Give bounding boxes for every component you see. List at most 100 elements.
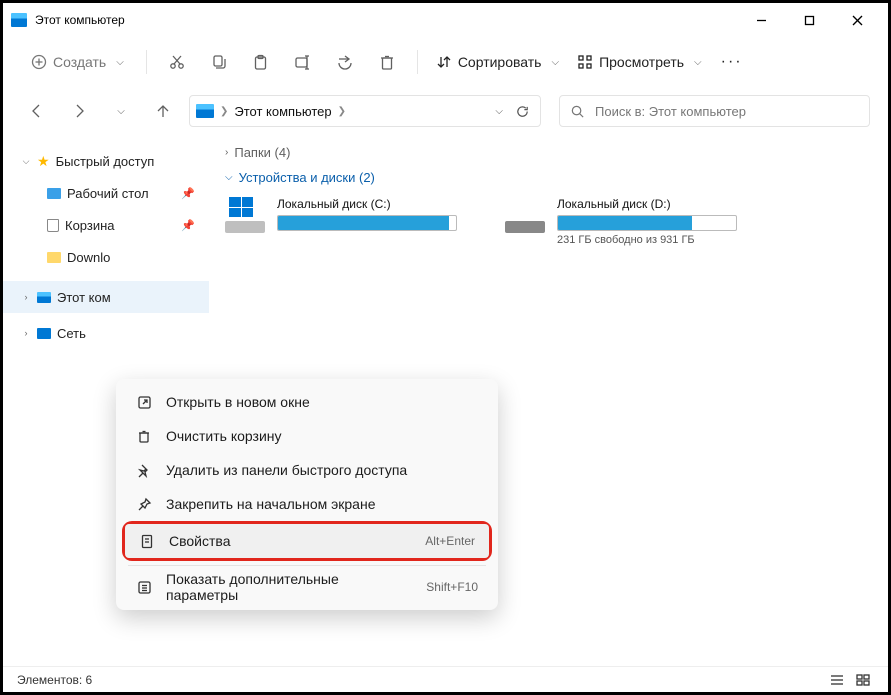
drive-d[interactable]: Локальный диск (D:) 231 ГБ свободно из 9… <box>505 197 745 246</box>
sort-label: Сортировать <box>458 54 542 70</box>
ctx-label: Свойства <box>169 533 230 549</box>
search-placeholder: Поиск в: Этот компьютер <box>595 104 746 119</box>
recent-dropdown[interactable]: ⌵ <box>105 95 137 127</box>
ctx-label: Показать дополнительные параметры <box>166 571 412 603</box>
chevron-right-icon: › <box>21 328 31 338</box>
tree-label: Downlo <box>67 250 110 265</box>
maximize-button[interactable] <box>786 4 832 36</box>
chevron-right-icon: ❯ <box>338 106 346 117</box>
tree-recycle[interactable]: Корзина 📌 <box>3 209 209 241</box>
star-icon: ★ <box>37 153 50 170</box>
toolbar: Создать ⌵ Сортировать ⌵ Просмотреть ⌵ ··… <box>3 37 888 87</box>
ctx-shortcut: Alt+Enter <box>425 534 475 548</box>
drive-c[interactable]: Локальный диск (C:) <box>225 197 465 246</box>
tree-label: Сеть <box>57 326 86 341</box>
drive-icon <box>505 197 545 233</box>
group-drives[interactable]: ⌵ Устройства и диски (2) <box>225 170 872 185</box>
search-box[interactable]: Поиск в: Этот компьютер <box>559 95 870 127</box>
open-new-window-icon <box>136 394 152 410</box>
view-button[interactable]: Просмотреть ⌵ <box>571 44 708 80</box>
ctx-label: Открыть в новом окне <box>166 394 310 410</box>
properties-icon <box>139 533 155 549</box>
ctx-shortcut: Shift+F10 <box>426 580 478 594</box>
pin-icon: 📌 <box>181 219 195 232</box>
forward-button[interactable] <box>63 95 95 127</box>
refresh-icon[interactable] <box>515 104 530 119</box>
chevron-right-icon: ❯ <box>220 106 228 117</box>
usage-bar <box>557 215 737 231</box>
search-icon <box>570 104 585 119</box>
separator <box>146 50 147 74</box>
usage-bar <box>277 215 457 231</box>
tree-downloads[interactable]: Downlo <box>3 241 209 273</box>
drive-icon <box>225 197 265 233</box>
ctx-empty-recycle[interactable]: Очистить корзину <box>122 419 492 453</box>
close-button[interactable] <box>834 4 880 36</box>
ctx-label: Удалить из панели быстрого доступа <box>166 462 407 478</box>
status-bar: Элементов: 6 <box>3 666 888 692</box>
more-options-icon <box>136 579 152 595</box>
paste-button[interactable] <box>243 44 279 80</box>
pin-icon <box>136 496 152 512</box>
address-bar[interactable]: ❯ Этот компьютер ❯ ⌵ <box>189 95 541 127</box>
separator <box>128 565 486 566</box>
cut-button[interactable] <box>159 44 195 80</box>
back-button[interactable] <box>21 95 53 127</box>
pin-icon: 📌 <box>181 187 195 200</box>
chevron-down-icon: ⌵ <box>116 57 124 68</box>
tree-label: Быстрый доступ <box>56 154 155 169</box>
view-label: Просмотреть <box>599 54 684 70</box>
tree-quick-access[interactable]: ⌵ ★ Быстрый доступ <box>3 145 209 177</box>
group-label: Папки (4) <box>234 145 290 160</box>
desktop-icon <box>47 188 61 199</box>
sort-button[interactable]: Сортировать ⌵ <box>430 44 565 80</box>
window-title: Этот компьютер <box>35 13 738 27</box>
tree-desktop[interactable]: Рабочий стол 📌 <box>3 177 209 209</box>
drive-free: 231 ГБ свободно из 931 ГБ <box>557 234 745 246</box>
ctx-show-more[interactable]: Показать дополнительные параметры Shift+… <box>122 570 492 604</box>
view-large-button[interactable] <box>852 671 874 689</box>
new-label: Создать <box>53 54 106 70</box>
drive-name: Локальный диск (D:) <box>557 197 745 211</box>
nav-bar: ⌵ ❯ Этот компьютер ❯ ⌵ Поиск в: Этот ком… <box>3 87 888 135</box>
tree-network[interactable]: › Сеть <box>3 317 209 349</box>
copy-button[interactable] <box>201 44 237 80</box>
ctx-pin-start[interactable]: Закрепить на начальном экране <box>122 487 492 521</box>
chevron-down-icon[interactable]: ⌵ <box>495 106 503 117</box>
separator <box>417 50 418 74</box>
context-menu: Открыть в новом окне Очистить корзину Уд… <box>116 379 498 610</box>
up-button[interactable] <box>147 95 179 127</box>
share-button[interactable] <box>327 44 363 80</box>
more-button[interactable]: ··· <box>714 44 750 80</box>
ctx-label: Очистить корзину <box>166 428 282 444</box>
ctx-properties[interactable]: Свойства Alt+Enter <box>125 524 489 558</box>
tree-label: Корзина <box>65 218 115 233</box>
ctx-label: Закрепить на начальном экране <box>166 496 376 512</box>
minimize-button[interactable] <box>738 4 784 36</box>
recycle-icon <box>47 219 59 232</box>
status-items: Элементов: 6 <box>17 673 92 687</box>
tree-label: Этот ком <box>57 290 111 305</box>
trash-icon <box>136 428 152 444</box>
unpin-icon <box>136 462 152 478</box>
new-button[interactable]: Создать ⌵ <box>21 44 134 80</box>
delete-button[interactable] <box>369 44 405 80</box>
drive-name: Локальный диск (C:) <box>277 197 465 211</box>
ctx-open-new-window[interactable]: Открыть в новом окне <box>122 385 492 419</box>
tree-this-pc[interactable]: › Этот ком <box>3 281 209 313</box>
group-label: Устройства и диски (2) <box>239 170 375 185</box>
group-folders[interactable]: › Папки (4) <box>225 145 872 160</box>
chevron-down-icon: ⌵ <box>551 57 559 68</box>
ctx-unpin-quick[interactable]: Удалить из панели быстрого доступа <box>122 453 492 487</box>
this-pc-icon <box>11 13 27 27</box>
this-pc-icon <box>37 292 51 303</box>
folder-icon <box>47 252 61 263</box>
chevron-down-icon: ⌵ <box>21 156 31 167</box>
view-details-button[interactable] <box>826 671 848 689</box>
rename-button[interactable] <box>285 44 321 80</box>
breadcrumb-item[interactable]: Этот компьютер <box>234 104 331 119</box>
annotation-highlight: Свойства Alt+Enter <box>122 521 492 561</box>
chevron-down-icon: ⌵ <box>694 57 702 68</box>
chevron-right-icon: › <box>21 292 31 302</box>
this-pc-icon <box>196 104 214 118</box>
